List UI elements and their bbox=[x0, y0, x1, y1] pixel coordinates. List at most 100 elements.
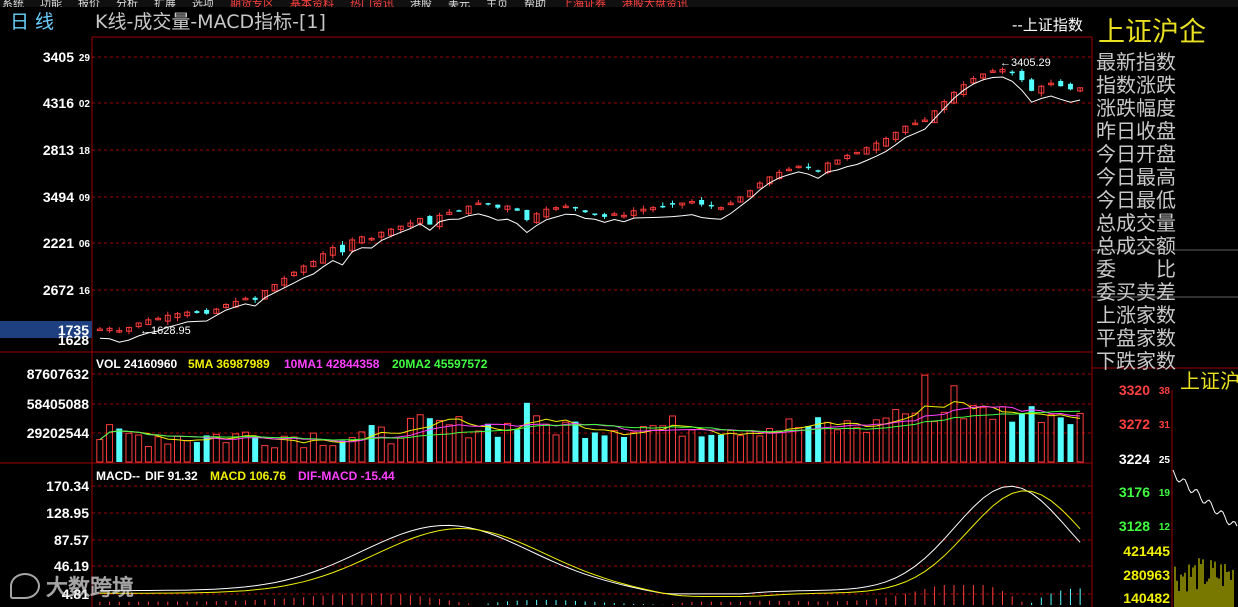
volume-bar bbox=[368, 425, 375, 462]
volume-bar bbox=[572, 421, 579, 462]
volume-bar bbox=[630, 431, 638, 463]
volume-bar bbox=[1009, 421, 1016, 462]
volume-bar bbox=[552, 434, 560, 463]
volume-bar bbox=[591, 432, 598, 462]
volume-bar bbox=[785, 418, 793, 463]
volume-bar bbox=[727, 430, 735, 463]
volume-bar bbox=[96, 439, 104, 463]
volume-bar bbox=[494, 436, 501, 462]
volume-bar bbox=[485, 423, 492, 462]
candle-body bbox=[1058, 80, 1064, 87]
volume-bar bbox=[300, 447, 308, 463]
candle-body bbox=[1019, 70, 1025, 81]
volume-bar bbox=[523, 402, 530, 462]
vol-ma10-label: 10MA1 42844358 bbox=[284, 357, 380, 371]
volume-bar bbox=[863, 431, 871, 463]
price-max-label: ←3405.29 bbox=[1000, 57, 1051, 69]
price-tick-label: 4316 bbox=[43, 95, 74, 111]
volume-bar bbox=[465, 437, 473, 463]
price-tick-decimal: 06 bbox=[79, 239, 91, 250]
volume-bar bbox=[989, 418, 997, 463]
side-panel: 上证沪企 最新指数 指数涨跌 涨跌幅度 昨日收盘 今日开盘 今日最高 今日最低 总成交量 总成交… bbox=[1092, 7, 1238, 607]
candle-body bbox=[485, 203, 491, 205]
info-label: 下跌家数 bbox=[1096, 349, 1176, 373]
volume-bar bbox=[931, 421, 939, 463]
volume-bar bbox=[154, 436, 162, 463]
volume-bar bbox=[474, 430, 482, 463]
chart-canvas: 3405 294316 022813 183494 092221 062672 161735… bbox=[0, 36, 1238, 607]
price-tick-decimal: 16 bbox=[79, 286, 91, 297]
candle-body bbox=[194, 311, 200, 313]
vol-label: VOL 24160960 bbox=[96, 357, 178, 371]
candle-body bbox=[582, 210, 588, 213]
volume-bar bbox=[436, 420, 444, 463]
volume-bar bbox=[319, 444, 327, 463]
volume-bar bbox=[979, 407, 987, 463]
volume-bar bbox=[659, 425, 667, 463]
vol-ma5-label: 5MA 36987989 bbox=[188, 357, 270, 371]
volume-bar bbox=[309, 432, 317, 463]
price-tick-label: 1628 bbox=[58, 332, 89, 348]
watermark-logo-icon bbox=[10, 573, 40, 599]
price-tick-label: 2221 bbox=[43, 235, 74, 251]
volume-bar bbox=[252, 436, 259, 462]
volume-tick-label: 58405088 bbox=[27, 396, 90, 412]
candle-body bbox=[495, 204, 501, 208]
volume-bar bbox=[620, 436, 627, 462]
volume-bar bbox=[329, 445, 337, 463]
macd-tick-label: 170.34 bbox=[46, 478, 89, 494]
candle-body bbox=[572, 206, 578, 209]
volume-tick-label: 29202544 bbox=[27, 425, 90, 441]
candle-body bbox=[456, 210, 462, 212]
volume-bar bbox=[736, 435, 744, 463]
volume-bar bbox=[164, 443, 172, 463]
candle-body bbox=[815, 170, 821, 172]
volume-bar bbox=[106, 424, 114, 463]
candle-body bbox=[427, 215, 433, 225]
volume-bar bbox=[1047, 414, 1055, 463]
volume-bar bbox=[426, 418, 433, 462]
volume-bar bbox=[805, 426, 812, 462]
index-name: 上证沪企 bbox=[1098, 17, 1206, 48]
volume-bar bbox=[455, 416, 463, 463]
volume-bar bbox=[582, 437, 589, 462]
candle-body bbox=[699, 199, 705, 205]
price-tick-decimal: 29 bbox=[79, 53, 91, 64]
volume-bar bbox=[387, 443, 395, 463]
volume-tick-label: 87607632 bbox=[27, 366, 90, 382]
price-tick-decimal: 18 bbox=[79, 146, 91, 157]
volume-bar bbox=[504, 422, 511, 463]
volume-bar bbox=[718, 434, 725, 462]
candle-body bbox=[660, 205, 666, 208]
volume-bar bbox=[116, 428, 123, 462]
candle-body bbox=[592, 213, 598, 215]
volume-bar bbox=[775, 430, 783, 463]
volume-bar bbox=[261, 445, 269, 463]
volume-bar bbox=[708, 434, 715, 462]
candle-body bbox=[1009, 71, 1015, 74]
candle-body bbox=[670, 203, 675, 205]
volume-bar bbox=[1028, 406, 1035, 462]
volume-bar bbox=[834, 429, 841, 463]
price-min-label: ←1628.95 bbox=[140, 325, 191, 337]
volume-bar bbox=[921, 374, 929, 463]
candle-body bbox=[96, 328, 103, 332]
watermark: 大数跨境 bbox=[10, 570, 134, 602]
price-tick-label: 3494 bbox=[43, 189, 74, 205]
candle-body bbox=[602, 214, 608, 217]
candle-body bbox=[340, 244, 345, 253]
volume-bar bbox=[406, 417, 414, 463]
period-label[interactable]: 日 线 bbox=[10, 11, 54, 33]
volume-bar bbox=[1037, 422, 1045, 463]
volume-bar bbox=[969, 405, 977, 463]
volume-bar bbox=[698, 436, 705, 462]
candle-body bbox=[1029, 79, 1035, 91]
volume-bar bbox=[950, 385, 958, 463]
volume-bar bbox=[843, 420, 851, 463]
volume-bar bbox=[271, 447, 279, 463]
volume-bar bbox=[756, 435, 764, 463]
volume-bar bbox=[960, 418, 968, 463]
volume-bar bbox=[601, 435, 608, 462]
volume-bar bbox=[183, 439, 191, 463]
volume-bar bbox=[892, 409, 900, 463]
